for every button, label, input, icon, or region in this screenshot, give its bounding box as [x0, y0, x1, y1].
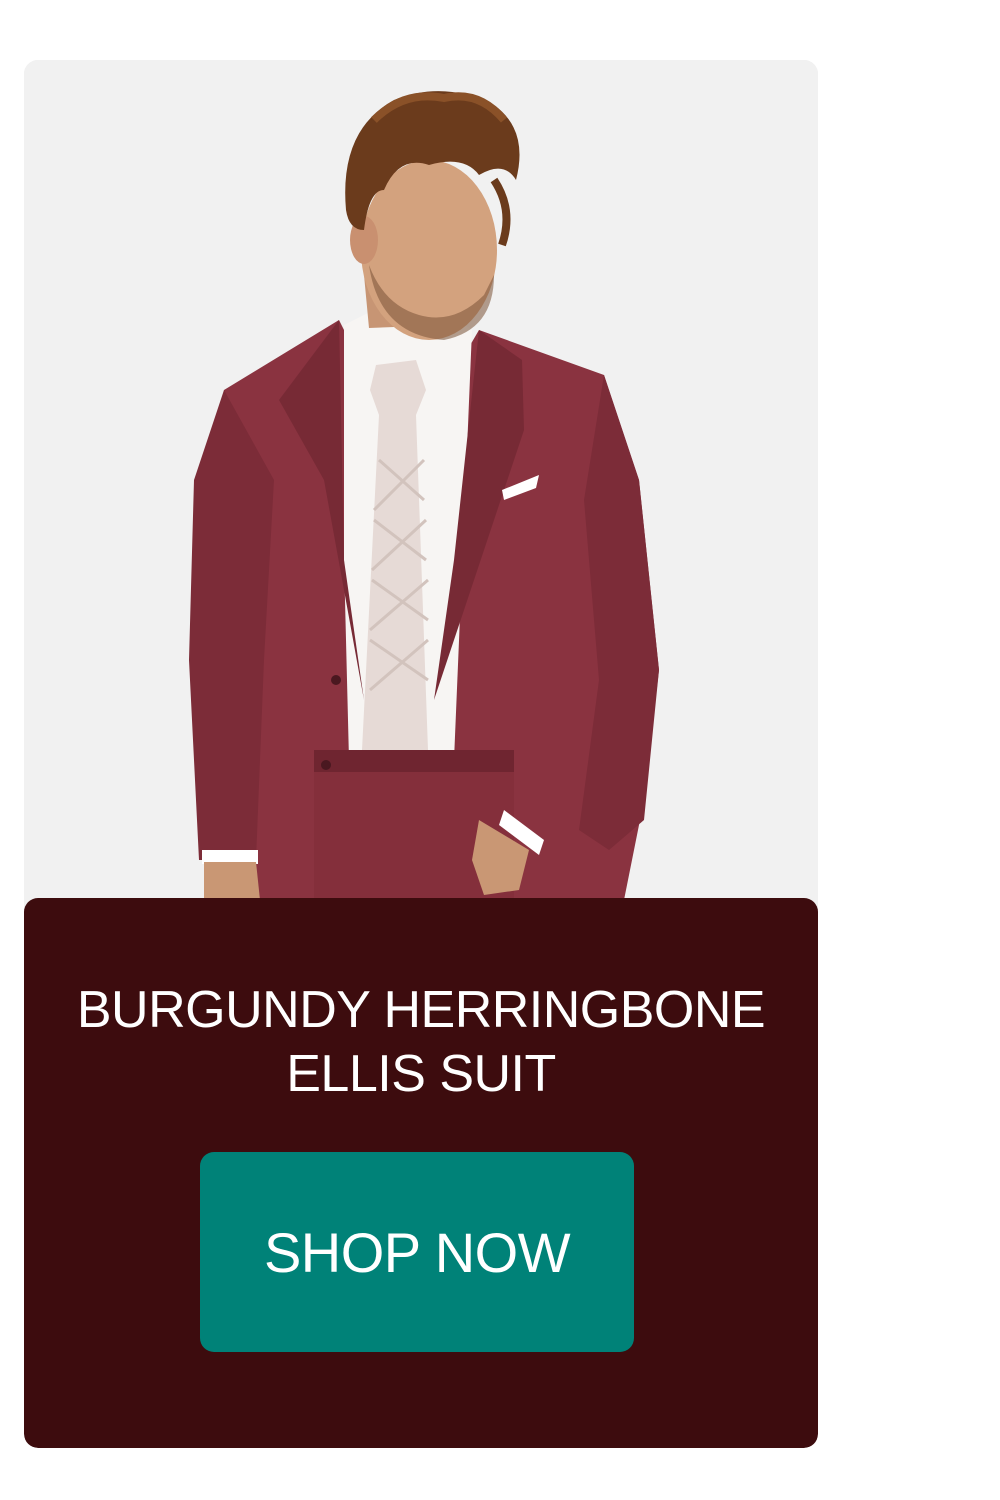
- product-title-line-1: BURGUNDY HERRINGBONE: [76, 981, 766, 1039]
- product-photo[interactable]: [24, 60, 818, 900]
- product-card[interactable]: BURGUNDY HERRINGBONE ELLIS SUIT SHOP NOW: [24, 60, 818, 1448]
- suit-model-illustration: [24, 60, 818, 900]
- product-title[interactable]: BURGUNDY HERRINGBONE ELLIS SUIT: [64, 978, 778, 1106]
- shop-now-button[interactable]: SHOP NOW: [200, 1152, 634, 1352]
- product-info-panel: BURGUNDY HERRINGBONE ELLIS SUIT SHOP NOW: [24, 898, 818, 1448]
- product-title-line-2: ELLIS SUIT: [286, 1045, 556, 1103]
